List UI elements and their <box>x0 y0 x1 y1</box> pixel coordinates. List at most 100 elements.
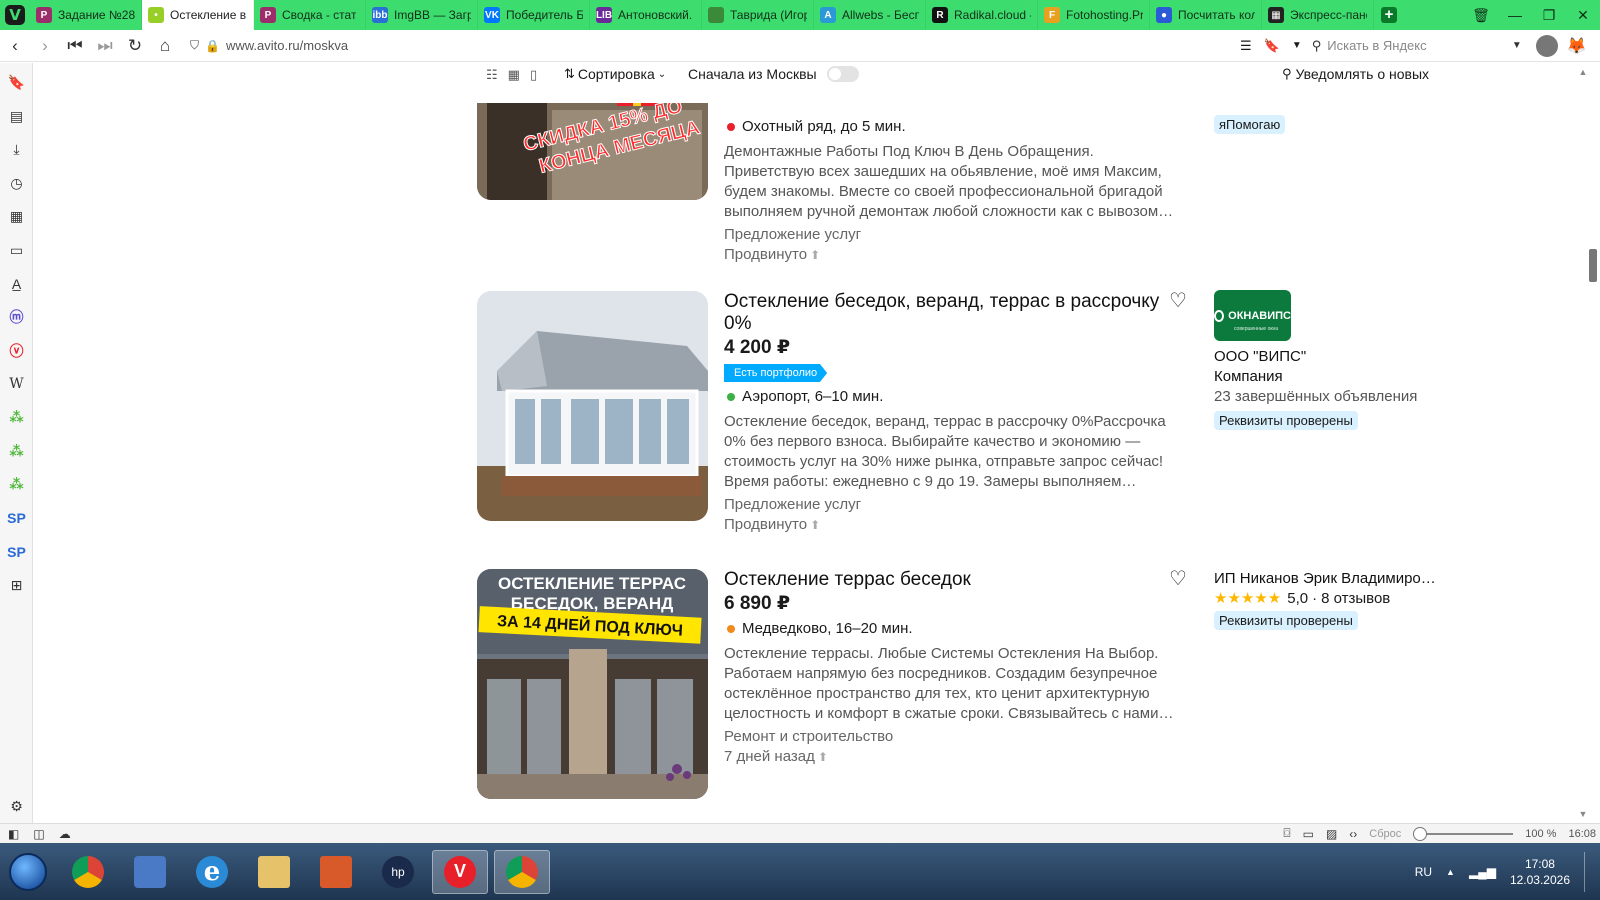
maximize-button[interactable]: ❐ <box>1532 0 1566 30</box>
image-icon[interactable]: ▨ <box>1326 827 1337 841</box>
profile-avatar[interactable] <box>1535 34 1558 57</box>
reviews-link[interactable]: 8 отзывов <box>1321 590 1390 607</box>
favorite-heart-icon[interactable]: ♡ <box>1167 290 1189 312</box>
new-tab-button[interactable]: + <box>1374 0 1404 30</box>
avito-icon[interactable]: ⁂ <box>0 468 33 502</box>
language-indicator[interactable]: RU <box>1415 865 1432 879</box>
taskbar-ie[interactable]: e <box>184 850 240 894</box>
browser-tab[interactable]: LIB Антоновский. <box>590 0 702 30</box>
search-field[interactable]: ⚲ Искать в Яндекс ▼ <box>1312 34 1522 58</box>
reader-icon[interactable]: ☰ <box>1240 38 1252 54</box>
vivaldi-menu-button[interactable]: V <box>0 0 30 30</box>
browser-tab[interactable]: R Radikal.cloud - <box>926 0 1038 30</box>
listing-title[interactable]: Остекление террас беседок <box>724 569 1186 591</box>
tile-icon[interactable]: ▭ <box>1303 827 1314 841</box>
listing-title[interactable]: Остекление беседок, веранд, террас в рас… <box>724 291 1186 335</box>
chevron-down-icon[interactable]: ▼ <box>1292 40 1302 51</box>
tab-favicon-icon: P <box>260 7 276 23</box>
trash-icon[interactable]: 🗑 <box>1464 0 1498 30</box>
seller-name[interactable]: ИП Никанов Эрик Владимиро… <box>1214 569 1444 589</box>
url-field[interactable]: ⛉ 🔒 www.avito.ru/moskva <box>190 38 1240 53</box>
back-button[interactable]: ‹ <box>0 31 30 61</box>
tray-clock[interactable]: 17:08 12.03.2026 <box>1510 856 1570 888</box>
browser-tab[interactable]: P Сводка - стат <box>254 0 366 30</box>
bookmarks-panel-icon[interactable]: 🔖 <box>0 66 33 100</box>
rewind-button[interactable]: ⏮ <box>60 31 90 61</box>
taskbar-vivaldi[interactable]: V <box>432 849 488 894</box>
browser-tab[interactable]: A Allwebs - Бесп <box>814 0 926 30</box>
scroll-up-arrow-icon[interactable]: ▲ <box>1566 67 1600 77</box>
portfolio-badge: Есть портфолио <box>724 364 828 382</box>
camera-icon[interactable]: ⌼ <box>1283 826 1290 841</box>
reload-button[interactable]: ↻ <box>120 31 150 61</box>
window-panel-icon[interactable]: ▭ <box>0 234 33 268</box>
taskbar-hp[interactable]: hp <box>370 850 426 894</box>
listing-category: Ремонт и строительство <box>724 728 894 745</box>
signal-icon[interactable]: ▂▄▆ <box>1469 865 1496 879</box>
translate-icon[interactable]: A̲ <box>0 267 33 301</box>
seller-type: Компания <box>1214 368 1283 385</box>
home-button[interactable]: ⌂ <box>150 31 180 61</box>
taskbar-chrome[interactable] <box>60 850 116 894</box>
tray-expand-icon[interactable]: ▲ <box>1446 867 1455 877</box>
notes-icon[interactable]: ▦ <box>0 200 33 234</box>
map-view-icon[interactable]: ▯ <box>530 67 537 83</box>
cloud-sync-icon[interactable]: ☁ <box>59 827 71 841</box>
search-engine-dropdown-icon[interactable]: ▼ <box>1512 40 1522 51</box>
browser-tab[interactable]: ibb ImgBB — Загр <box>366 0 478 30</box>
tab-favicon-icon: F <box>1044 7 1060 23</box>
scrollbar-thumb[interactable] <box>1589 249 1597 282</box>
start-button[interactable] <box>2 846 54 898</box>
page-scrollbar[interactable]: ▲ ▼ <box>1566 63 1600 823</box>
forward-button[interactable]: › <box>30 31 60 61</box>
history-icon[interactable]: ◷ <box>0 167 33 201</box>
zoom-slider-knob[interactable] <box>1413 826 1428 841</box>
sort-button[interactable]: ⇅ Сортировка ⌄ <box>564 66 666 82</box>
browser-tab[interactable]: P Задание №288 <box>30 0 142 30</box>
fast-forward-button[interactable]: ⏭ <box>90 31 120 61</box>
list-view-icon[interactable]: ☷ <box>486 67 498 83</box>
browser-tab[interactable]: ▦ Экспресс-пане <box>1262 0 1374 30</box>
browser-tab[interactable]: VK Победитель Б <box>478 0 590 30</box>
vivaldi-icon[interactable]: ⓥ <box>0 334 33 368</box>
toggle-switch[interactable] <box>826 66 859 82</box>
seller-name[interactable]: ООО "ВИПС" <box>1214 347 1444 367</box>
browser-tab[interactable]: • Остекление в <box>142 0 254 30</box>
wikipedia-icon[interactable]: W <box>0 368 33 402</box>
zoom-slider[interactable] <box>1413 826 1514 841</box>
avito-icon[interactable]: ⁂ <box>0 401 33 435</box>
panel-toggle-icon[interactable]: ◧ <box>8 827 19 841</box>
listing-image[interactable]: ОСТЕКЛЕНИЕ ТЕРРАС БЕСЕДОК, ВЕРАНД ЗА 14 … <box>477 569 708 799</box>
grid-view-icon[interactable]: ▦ <box>508 67 520 83</box>
close-button[interactable]: ✕ <box>1566 0 1600 30</box>
reading-list-icon[interactable]: ▤ <box>0 100 33 134</box>
avito-icon[interactable]: ⁂ <box>0 435 33 469</box>
scroll-down-arrow-icon[interactable]: ▼ <box>1566 809 1600 819</box>
notify-button[interactable]: ⚲ Уведомлять о новых <box>1282 66 1429 82</box>
favorite-heart-icon[interactable]: ♡ <box>1167 568 1189 590</box>
taskbar-explorer[interactable] <box>246 850 302 894</box>
mastodon-icon[interactable]: ⓜ <box>0 301 33 335</box>
code-icon[interactable]: ‹› <box>1349 827 1357 841</box>
sp-icon[interactable]: SP <box>0 502 33 536</box>
listing-image[interactable] <box>477 291 708 521</box>
minimize-button[interactable]: — <box>1498 0 1532 30</box>
settings-icon[interactable]: ⚙ <box>0 798 33 815</box>
bookmark-icon[interactable]: 🔖 <box>1264 38 1280 54</box>
browser-tab[interactable]: F Fotohosting.Pr <box>1038 0 1150 30</box>
zoom-reset-button[interactable]: Сброс <box>1369 828 1401 840</box>
seller-logo[interactable]: ОКНАВИПС совершенные окна <box>1214 290 1291 341</box>
tab-tiling-icon[interactable]: ◫ <box>33 827 44 841</box>
show-desktop-button[interactable] <box>1584 851 1592 892</box>
taskbar-chrome-2[interactable] <box>494 849 550 894</box>
browser-tab[interactable]: Таврида (Игор <box>702 0 814 30</box>
seller-rating: ★★★★★ 5,0 · 8 отзывов <box>1214 589 1444 608</box>
moscow-first-toggle[interactable]: Сначала из Москвы <box>688 66 859 82</box>
taskbar-media-player[interactable] <box>122 850 178 894</box>
taskbar-app[interactable] <box>308 850 364 894</box>
add-panel-icon[interactable]: ⊞ <box>0 569 33 603</box>
sp-icon[interactable]: SP <box>0 535 33 569</box>
downloads-icon[interactable]: ⤓ <box>0 133 33 167</box>
browser-tab[interactable]: ● Посчитать кол <box>1150 0 1262 30</box>
extension-fox-icon[interactable]: 🦊 <box>1567 37 1587 55</box>
